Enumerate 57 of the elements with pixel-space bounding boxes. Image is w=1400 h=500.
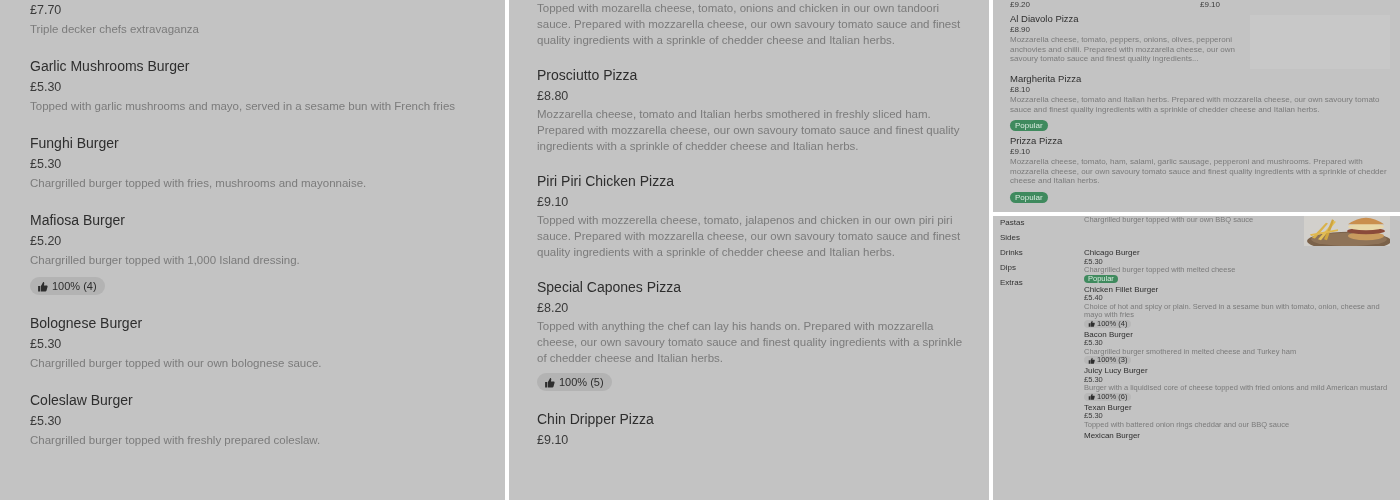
dish-name: Texan Burger (1084, 402, 1132, 412)
dish-name: Al Diavolo Pizza (1010, 13, 1080, 25)
dish-name: Bolognese Burger (30, 313, 144, 333)
dish-name: Special Capones Pizza (537, 278, 682, 297)
thumbs-up-icon (1088, 393, 1095, 400)
dish-description: Mozzarella cheese, tomato and Italian herbs smothered in freshly sliced ham. Prepared with mozzarella cheese, our own savoury tomato sauce and finest quality ingredients with a sprinkle of chedder cheese and Italian herbs. (537, 107, 961, 154)
popular-badge: Popular (1010, 191, 1048, 203)
dish-name: Garlic Mushrooms Burger (30, 57, 191, 76)
dish-price: £9.10 (1010, 147, 1032, 157)
dish-price: £5.30 (30, 335, 63, 353)
dish-description: Chargrilled burger topped with fries, mushrooms and mayonnaise. (30, 176, 368, 191)
dish-description: Topped with anything the chef can lay his hands on. Prepared with mozzarella cheese, our own savoury tomato sauce and finest quality ingredients with a sprinkle of chedder cheese and Italian herbs. (537, 319, 964, 366)
category-link[interactable]: Sides (1000, 233, 1084, 243)
dish-name: Chicago Burger (1084, 248, 1140, 258)
dish-name: Coleslaw Burger (30, 390, 134, 410)
dish-price: £9.20 (1010, 0, 1032, 10)
dish-description: Chargrilled burger topped with freshly prepared coleslaw. (30, 432, 322, 448)
category-link[interactable]: Dips (1000, 263, 1084, 273)
popular-badge: Popular (1010, 120, 1048, 131)
dish-price: £8.10 (1010, 85, 1032, 95)
dish-description: Chargrilled burger topped with 1,000 Island dressing. (30, 253, 301, 268)
thumbs-up-icon (1088, 320, 1095, 327)
dish-price: £9.10 (537, 431, 570, 449)
dish-description: Topped with mozzerella cheese, tomato, jalapenos and chicken in our own piri piri sauce. Prepared with mozzarella cheese, our own savoury tomato sauce and finest quality ingredients with a sprinkle of chedder cheese and Italian herbs. (537, 213, 962, 260)
dish-price: £7.70 (30, 2, 63, 19)
dish-description: Topped with garlic mushrooms and mayo, served in a sesame bun with French fries (30, 99, 457, 114)
dish-description: Chargrilled burger topped with our own bolognese sauce. (30, 355, 323, 371)
dish-description: Topped with mozarella cheese, tomato, onions and chicken in our own tandoori sauce. Prepared with mozzarella cheese, our own savoury tomato sauce and finest quality ingredients with a sprinkle of chedder cheese and Italian herbs. (537, 1, 962, 48)
thumbs-up-icon (37, 280, 48, 292)
dish-price: £5.30 (30, 412, 63, 430)
dish-price: £5.30 (30, 156, 63, 173)
rating-text: 100% (4) (52, 280, 97, 292)
thumbs-up-icon (1088, 356, 1095, 364)
dish-name: Margherita Pizza (1010, 73, 1083, 85)
dish-name: Juicy Lucy Burger (1084, 366, 1148, 376)
dish-name: Funghi Burger (30, 134, 120, 153)
dish-price: £8.20 (537, 300, 570, 317)
dish-price: £8.80 (537, 88, 570, 105)
dish-name: Chicken Fillet Burger (1084, 284, 1159, 294)
dish-name: Mexican Burger (1084, 431, 1141, 441)
dish-name: Chin Dripper Pizza (537, 409, 655, 429)
dish-name: Bacon Burger (1084, 329, 1133, 339)
dish-name: Prosciutto Pizza (537, 66, 639, 85)
dish-price: £8.90 (1010, 25, 1032, 35)
dish-price: £9.10 (537, 194, 570, 211)
dish-description: Triple decker chefs extravaganza (30, 22, 200, 37)
dish-price: £5.20 (30, 233, 63, 250)
thumbs-up-icon (544, 376, 555, 388)
category-link[interactable]: Pastas (1000, 218, 1084, 228)
category-link[interactable]: Extras (1000, 278, 1084, 288)
dish-name: Prizza Pizza (1010, 135, 1064, 147)
category-link[interactable]: Drinks (1000, 248, 1084, 258)
rating-text: 100% (5) (559, 376, 604, 388)
dish-name: Piri Piri Chicken Pizza (537, 172, 675, 191)
dish-price: £9.10 (1200, 0, 1222, 10)
dish-price: £5.30 (30, 79, 63, 96)
dish-name: Mafiosa Burger (30, 211, 126, 230)
